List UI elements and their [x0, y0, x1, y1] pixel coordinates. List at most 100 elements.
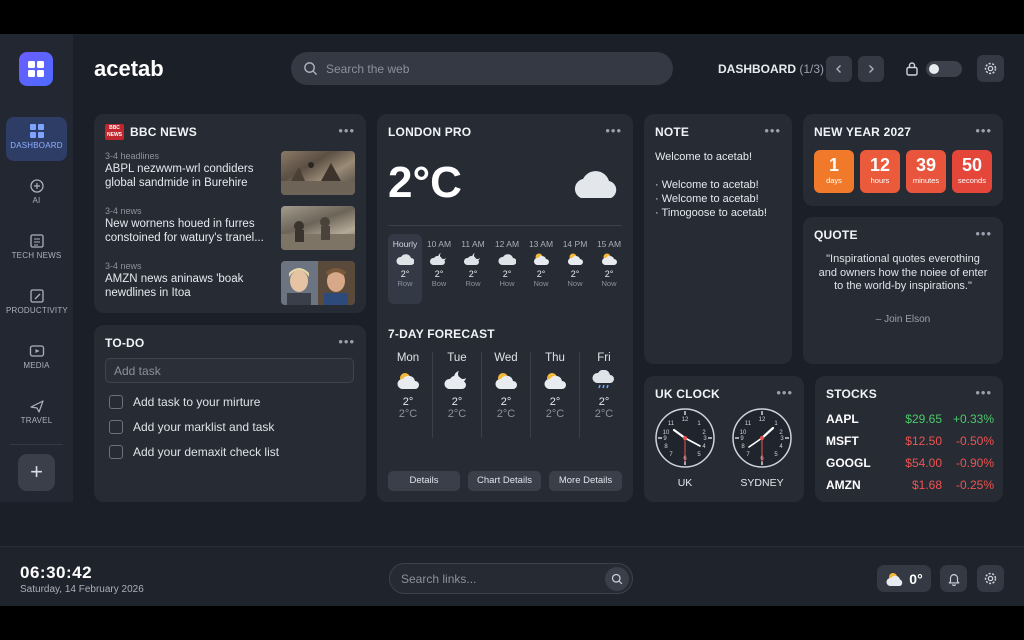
day-low: 2°C — [447, 408, 467, 420]
sidebar-item-tech-news[interactable]: TECH NEWS — [6, 227, 67, 271]
countdown-unit: minutes — [912, 176, 940, 185]
hour-temp: 2° — [502, 269, 512, 279]
hour-status: Row — [465, 279, 481, 288]
hour-status: Now — [533, 279, 549, 288]
lock-icon[interactable] — [905, 61, 919, 76]
news-item[interactable]: 3-4 headlines ABPL nezwwm-wrl condiders … — [105, 151, 355, 195]
sidebar-item-ai[interactable]: AI — [6, 172, 67, 216]
notifications-button[interactable] — [940, 565, 967, 592]
todo-label: Add your marklist and task — [133, 420, 275, 434]
note-line: · Timogoose to acetab! — [655, 207, 767, 219]
quote-menu-button[interactable]: ••• — [975, 226, 992, 241]
hour-temp: 2° — [400, 269, 410, 279]
sydney-clock-label: SYDNEY — [740, 477, 784, 489]
grid-icon — [28, 61, 44, 77]
prev-dashboard-button[interactable] — [826, 56, 852, 82]
stock-row[interactable]: AMZN $1.68 -0.25% — [826, 478, 994, 492]
todo-checkbox[interactable] — [109, 420, 123, 434]
countdown-days: 1 days — [814, 150, 854, 193]
weather-divider — [388, 225, 622, 226]
sidebar-item-dashboard[interactable]: DASHBOARD — [6, 117, 67, 161]
note-lines[interactable]: · Welcome to acetab! · Welcome to acetab… — [655, 178, 767, 220]
hour-column: 12 AM 2° How — [490, 234, 524, 288]
links-search-input[interactable] — [401, 571, 591, 586]
details-button[interactable]: Details — [388, 471, 460, 491]
sidebar-item-travel[interactable]: TRAVEL — [6, 392, 67, 436]
todo-label: Add your demaxit check list — [133, 445, 280, 459]
todo-title: TO-DO — [105, 336, 145, 350]
hour-status: Now — [601, 279, 617, 288]
todo-checkbox[interactable] — [109, 445, 123, 459]
uk-clock-label: UK — [677, 477, 693, 489]
news-thumbnail — [281, 206, 355, 250]
countdown-unit: seconds — [958, 176, 986, 185]
links-search-bar[interactable] — [389, 563, 633, 594]
stock-row[interactable]: MSFT $12.50 -0.50% — [826, 434, 994, 448]
forecast-day: Fri 2° 2°C — [580, 352, 628, 420]
countdown-menu-button[interactable]: ••• — [975, 123, 992, 138]
todo-checkbox[interactable] — [109, 395, 123, 409]
sidebar-label: TRAVEL — [20, 416, 53, 425]
links-search-button[interactable] — [605, 567, 629, 591]
stock-row[interactable]: GOOGL $54.00 -0.90% — [826, 456, 994, 470]
sidebar: DASHBOARD AI TECH NEWS PRODUCTIVITY MEDI… — [0, 34, 73, 502]
note-menu-button[interactable]: ••• — [764, 123, 781, 138]
sun-cloud-icon — [544, 373, 566, 389]
hourly-strip: Hourly 2° Row 10 AM 2° Bow 11 AM 2° Row … — [388, 234, 624, 306]
countdown-hours: 12 hours — [860, 150, 900, 193]
news-item[interactable]: 3-4 news New wornens houed in furres con… — [105, 206, 355, 250]
stock-symbol: AMZN — [826, 478, 861, 492]
todo-menu-button[interactable]: ••• — [338, 334, 355, 349]
stock-row[interactable]: AAPL $29.65 +0.33% — [826, 412, 994, 426]
hour-temp: 2° — [468, 269, 478, 279]
hour-time: 11 AM — [461, 239, 485, 249]
news-card: BBC NEWS BBC NEWS ••• 3-4 headlines ABPL… — [94, 114, 366, 313]
todo-item[interactable]: Add task to your mirture — [109, 395, 260, 409]
sidebar-divider — [10, 444, 63, 445]
bottom-settings-button[interactable] — [977, 565, 1004, 592]
weather-chip[interactable]: 0° — [877, 565, 931, 592]
clock-menu-button[interactable]: ••• — [776, 385, 793, 400]
stock-price: $12.50 — [905, 434, 942, 448]
search-icon — [304, 62, 318, 76]
current-temperature: 2°C — [388, 158, 462, 207]
app-logo[interactable] — [19, 52, 53, 86]
todo-add-input[interactable] — [105, 358, 354, 383]
svg-text:10: 10 — [740, 430, 747, 436]
news-thumbnail — [281, 151, 355, 195]
sidebar-item-productivity[interactable]: PRODUCTIVITY — [6, 282, 68, 326]
forecast-day: Mon 2° 2°C — [384, 352, 432, 420]
weather-menu-button[interactable]: ••• — [605, 123, 622, 138]
news-item[interactable]: 3-4 news AMZN news aninaws 'boak newdlin… — [105, 261, 355, 305]
web-search-bar[interactable] — [291, 52, 673, 85]
add-button[interactable]: + — [18, 454, 55, 491]
stocks-menu-button[interactable]: ••• — [975, 385, 992, 400]
countdown-units: 1 days 12 hours 39 minutes 50 seconds — [814, 150, 994, 193]
day-low: 2°C — [594, 408, 614, 420]
edit-icon — [29, 289, 44, 303]
sidebar-item-media[interactable]: MEDIA — [6, 337, 67, 381]
stocks-title: STOCKS — [826, 387, 877, 401]
day-high: 2° — [598, 396, 610, 408]
next-dashboard-button[interactable] — [858, 56, 884, 82]
todo-item[interactable]: Add your marklist and task — [109, 420, 274, 434]
quote-author: – Join Elson — [875, 314, 931, 325]
new-tab-screen: DASHBOARD AI TECH NEWS PRODUCTIVITY MEDI… — [0, 34, 1024, 606]
svg-text:12: 12 — [682, 417, 689, 423]
chart-details-button[interactable]: Chart Details — [468, 471, 541, 491]
hour-column: 11 AM 2° Row — [456, 234, 490, 288]
lock-toggle[interactable] — [926, 61, 962, 77]
more-details-button[interactable]: More Details — [549, 471, 622, 491]
svg-text:11: 11 — [745, 421, 752, 427]
news-menu-button[interactable]: ••• — [338, 123, 355, 138]
note-welcome[interactable]: Welcome to acetab! — [655, 151, 752, 163]
settings-button[interactable] — [977, 55, 1004, 82]
hour-status: Now — [567, 279, 583, 288]
gear-icon — [984, 572, 997, 585]
todo-item[interactable]: Add your demaxit check list — [109, 445, 279, 459]
media-icon — [29, 345, 44, 357]
weather-chip-temp: 0° — [909, 570, 923, 587]
news-headline: AMZN news aninaws 'boak newdlines in Ito… — [105, 273, 244, 299]
stock-symbol: AAPL — [826, 412, 859, 426]
web-search-input[interactable] — [326, 61, 656, 76]
